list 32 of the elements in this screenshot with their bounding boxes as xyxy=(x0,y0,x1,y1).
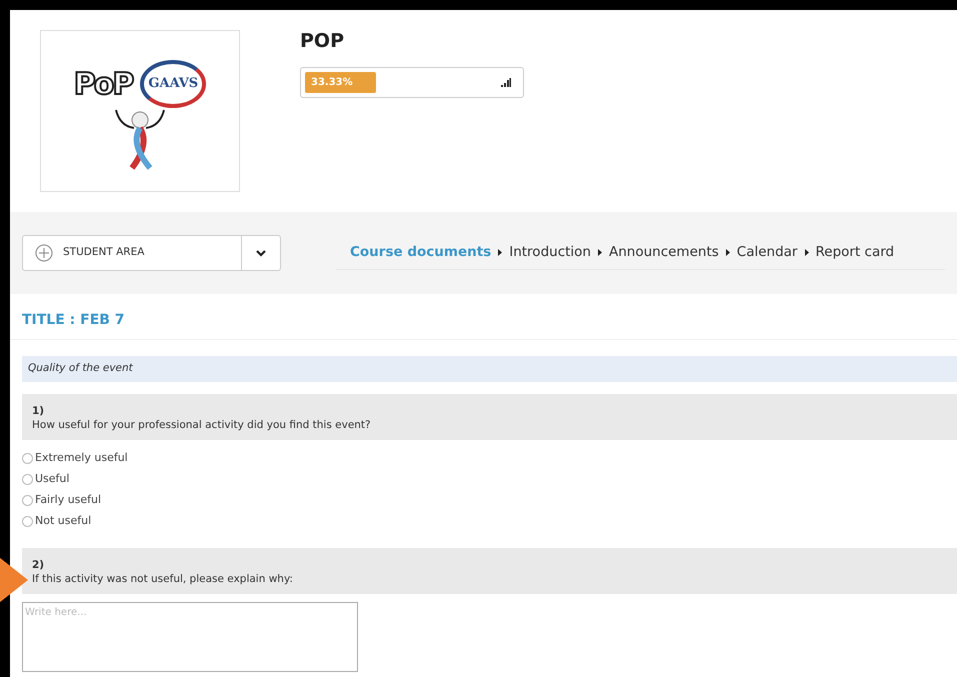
progress-fill: 33.33% xyxy=(305,72,376,93)
triangle-right-icon xyxy=(598,249,602,256)
breadcrumb-link[interactable]: Announcements xyxy=(608,242,719,263)
question-number: 2) xyxy=(32,558,46,572)
radio-button[interactable] xyxy=(22,474,33,486)
answer-box[interactable]: Write here... xyxy=(22,602,358,672)
option-label: Extremely useful xyxy=(35,450,128,466)
triangle-right-icon xyxy=(498,249,502,256)
question-text: If this activity was not useful, please explain why: xyxy=(32,572,294,586)
plus-circle-icon xyxy=(35,244,53,262)
area-menu[interactable]: STUDENT AREA xyxy=(22,235,281,271)
radio-button[interactable] xyxy=(22,516,33,528)
triangle-right-icon xyxy=(726,249,730,256)
option-label: Useful xyxy=(35,471,70,488)
chevron-down-icon xyxy=(256,250,266,256)
logo-text: PoP xyxy=(74,66,132,104)
question-text: How useful for your professional activity did you find this event? xyxy=(32,418,372,432)
triangle-right-icon xyxy=(804,249,808,256)
option-label: Not useful xyxy=(35,513,92,530)
breadcrumb-link[interactable]: Calendar xyxy=(736,242,798,263)
course-title: POP xyxy=(300,30,346,53)
breadcrumb-link[interactable]: Report card xyxy=(816,242,894,263)
logo-text: GAAVS xyxy=(140,60,206,108)
radio-button[interactable] xyxy=(22,453,33,464)
question-number: 1) xyxy=(32,404,46,418)
radio-button[interactable] xyxy=(22,495,33,506)
section-heading: Quality of the event xyxy=(22,356,957,382)
option-label: Fairly useful xyxy=(35,492,102,508)
bars-icon xyxy=(501,78,511,87)
area-menu-label: STUDENT AREA xyxy=(63,245,144,260)
survey-title: TITLE : FEB 7 xyxy=(10,294,957,340)
breadcrumb-link[interactable]: Introduction xyxy=(509,242,591,263)
